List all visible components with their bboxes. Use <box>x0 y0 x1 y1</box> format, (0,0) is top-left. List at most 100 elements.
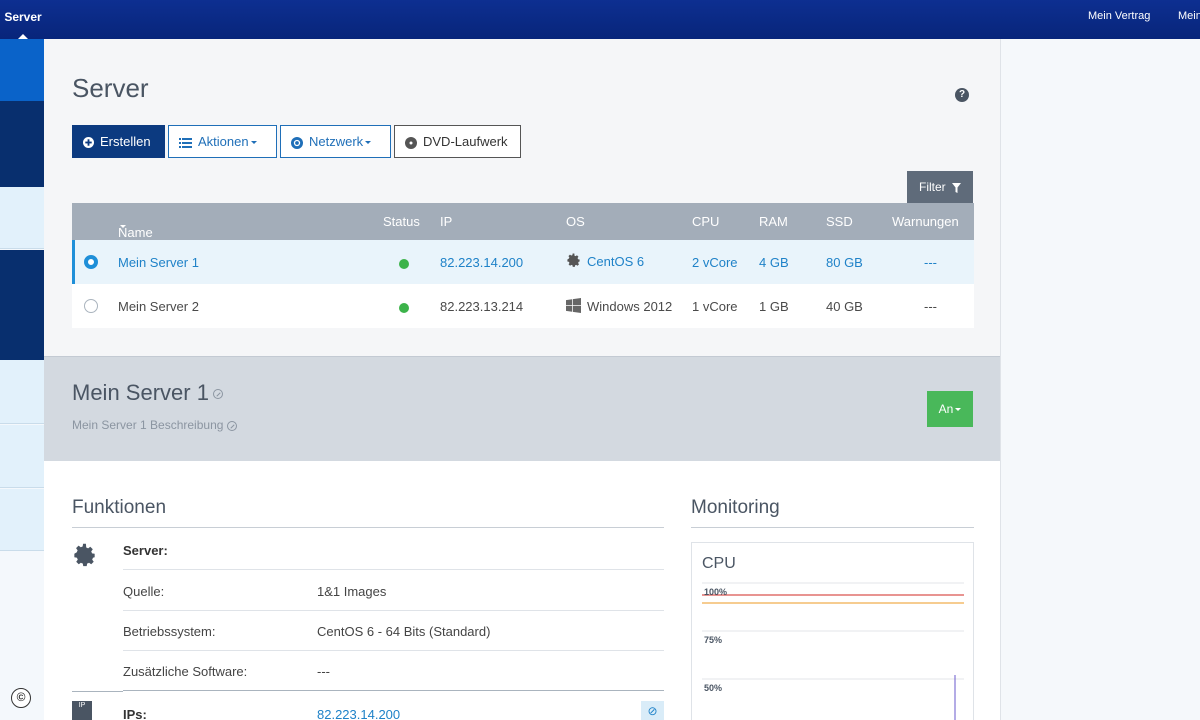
col-os[interactable]: OS <box>566 214 585 229</box>
power-dropdown-button[interactable]: An <box>927 391 973 427</box>
server-cpu: 2 vCore <box>692 255 738 270</box>
col-cpu[interactable]: CPU <box>692 214 719 229</box>
col-ip[interactable]: IP <box>440 214 452 229</box>
server-label: Server: <box>123 543 168 558</box>
function-key: Betriebssystem: <box>123 624 216 639</box>
server-detail-header: Mein Server 1 Mein Server 1 Beschreibung… <box>44 356 1000 461</box>
copyright-icon: © <box>11 688 31 708</box>
sidebar-item-7[interactable] <box>0 489 44 551</box>
col-ram[interactable]: RAM <box>759 214 788 229</box>
caret-down-icon <box>250 141 257 145</box>
filter-button[interactable]: Filter <box>907 171 973 203</box>
function-value: 1&1 Images <box>317 584 387 599</box>
server-name[interactable]: Mein Server 1 <box>118 255 199 270</box>
sidebar-item-3[interactable] <box>0 187 44 249</box>
table-header: Name Status IP OS CPU RAM SSD Warnungen <box>72 203 974 240</box>
status-running-icon <box>399 259 409 269</box>
status-running-icon <box>399 303 409 313</box>
detail-description: Mein Server 1 Beschreibung <box>72 418 238 432</box>
server-ssd: 40 GB <box>826 299 863 314</box>
edit-icon[interactable] <box>227 420 238 431</box>
functions-title: Funktionen <box>72 497 167 518</box>
windows-icon <box>566 298 581 313</box>
server-os: CentOS 6 <box>566 253 644 269</box>
filter-button-label: Filter <box>918 180 946 194</box>
tick-75: 75% <box>704 635 722 645</box>
dvd-button-label: DVD-Laufwerk <box>423 134 508 149</box>
server-name[interactable]: Mein Server 2 <box>118 299 199 314</box>
network-dropdown-button[interactable]: Netzwerk <box>280 125 391 158</box>
page-title: Server <box>72 73 149 103</box>
list-icon <box>179 137 192 148</box>
server-ip: 82.223.13.214 <box>440 299 524 314</box>
edit-ip-icon[interactable]: ⊘ <box>641 701 664 720</box>
caret-down-icon <box>955 408 962 412</box>
server-ssd: 80 GB <box>826 255 863 270</box>
server-ip: 82.223.14.200 <box>440 255 524 270</box>
function-row: Zusätzliche Software: --- <box>123 651 664 691</box>
tick-50: 50% <box>704 683 722 693</box>
row-select-radio[interactable] <box>84 299 98 313</box>
sort-caret-icon <box>120 225 126 228</box>
function-row: Betriebssystem: CentOS 6 - 64 Bits (Stan… <box>123 611 664 651</box>
gear-icon <box>567 253 580 267</box>
table-row[interactable]: Mein Server 2 82.223.13.214 Windows 2012… <box>72 284 974 328</box>
sidebar-item-2[interactable] <box>0 101 44 187</box>
table-row[interactable]: Mein Server 1 82.223.14.200 CentOS 6 2 v… <box>72 240 974 284</box>
function-value: --- <box>317 664 330 679</box>
tab-server[interactable]: Server <box>0 0 46 39</box>
my-account-link[interactable]: Mein <box>1178 10 1200 22</box>
function-key: Zusätzliche Software: <box>123 664 248 679</box>
network-icon <box>291 136 303 149</box>
server-warnings: --- <box>924 255 937 270</box>
server-cpu: 1 vCore <box>692 299 738 314</box>
dvd-drive-button[interactable]: DVD-Laufwerk <box>394 125 521 158</box>
functions-divider <box>72 527 664 528</box>
actions-button-label: Aktionen <box>198 134 249 149</box>
sidebar-item-4[interactable] <box>0 250 44 360</box>
sidebar-item-1[interactable] <box>0 39 44 101</box>
right-empty-area <box>1001 39 1200 720</box>
server-detail-content: Funktionen Server: Quelle: 1&1 Images Be… <box>44 461 1000 720</box>
main-panel: Server ? Erstellen Aktionen Netzwerk DVD… <box>44 39 1001 720</box>
cpu-chart: 100% 75% 50% <box>702 582 964 720</box>
server-ram: 1 GB <box>759 299 789 314</box>
monitoring-divider <box>691 527 974 528</box>
server-warnings: --- <box>924 299 937 314</box>
sidebar-item-5[interactable] <box>0 360 44 424</box>
tick-100: 100% <box>704 587 727 597</box>
network-button-label: Netzwerk <box>309 134 364 149</box>
col-ssd[interactable]: SSD <box>826 214 853 229</box>
sidebar-item-6[interactable] <box>0 425 44 488</box>
caret-down-icon <box>365 141 372 145</box>
help-icon[interactable]: ? <box>955 88 969 102</box>
top-navigation-bar: Server Mein Vertrag Mein <box>0 0 1200 39</box>
create-button[interactable]: Erstellen <box>72 125 165 158</box>
funnel-icon <box>952 182 961 193</box>
edit-icon[interactable] <box>212 389 223 400</box>
ips-value[interactable]: 82.223.14.200 <box>317 707 400 720</box>
function-value: CentOS 6 - 64 Bits (Standard) <box>317 624 491 639</box>
ips-label: IPs: <box>123 707 147 720</box>
my-contract-link[interactable]: Mein Vertrag <box>1088 10 1150 22</box>
col-warnings[interactable]: Warnungen <box>892 214 959 229</box>
ips-divider <box>72 691 123 692</box>
server-ram: 4 GB <box>759 255 789 270</box>
actions-dropdown-button[interactable]: Aktionen <box>168 125 277 158</box>
function-row: Quelle: 1&1 Images <box>123 571 664 611</box>
detail-title: Mein Server 1 <box>72 380 223 406</box>
function-row-server: Server: <box>123 530 664 570</box>
create-button-label: Erstellen <box>100 134 151 149</box>
left-sidebar <box>0 39 44 720</box>
ip-icon: IP <box>72 701 92 720</box>
server-os: Windows 2012 <box>566 298 672 314</box>
row-select-radio[interactable] <box>84 255 98 269</box>
monitoring-title: Monitoring <box>691 497 780 518</box>
server-table: Name Status IP OS CPU RAM SSD Warnungen … <box>72 203 974 328</box>
plus-circle-icon <box>83 137 94 149</box>
gear-icon <box>74 543 95 567</box>
cpu-monitor-panel: CPU 100% 75% 50% <box>691 542 974 720</box>
disc-icon <box>405 136 417 149</box>
function-key: Quelle: <box>123 584 165 599</box>
col-status[interactable]: Status <box>383 214 420 229</box>
